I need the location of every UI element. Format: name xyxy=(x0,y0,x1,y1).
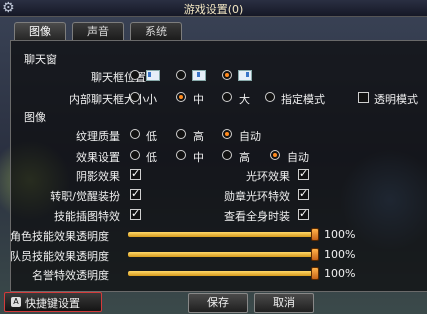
full-body-outfit-label: 查看全身时装 xyxy=(224,210,290,223)
party-skill-opacity-slider[interactable] xyxy=(128,252,316,257)
char-skill-opacity-value: 100% xyxy=(324,228,356,241)
effect-low-label: 低 xyxy=(146,151,157,164)
honor-effect-opacity-value: 100% xyxy=(324,267,356,280)
awakening-outfit-label: 转职/觉醒装扮 xyxy=(50,190,120,203)
chat-position-left-icon xyxy=(146,70,160,81)
effect-auto-label: 自动 xyxy=(287,151,309,164)
chat-size-radio-small[interactable] xyxy=(130,92,140,102)
chat-size-small-label: 小 xyxy=(146,93,157,106)
effect-medium-label: 中 xyxy=(193,151,204,164)
tab-image[interactable]: 图像 xyxy=(14,22,66,40)
halo-effect-checkbox[interactable] xyxy=(298,167,309,180)
party-skill-opacity-handle[interactable] xyxy=(311,248,319,261)
save-button[interactable]: 保存 xyxy=(188,293,248,313)
chat-size-large-label: 大 xyxy=(239,93,250,106)
keyboard-key-icon: A xyxy=(11,297,21,307)
char-skill-opacity-label: 角色技能效果透明度 xyxy=(10,230,109,243)
effect-radio-low[interactable] xyxy=(130,150,140,160)
chat-size-radio-medium[interactable] xyxy=(176,92,186,102)
chat-section-heading: 聊天窗 xyxy=(24,53,57,66)
chat-position-radio-3[interactable] xyxy=(222,70,232,80)
chat-size-medium-label: 中 xyxy=(193,93,204,106)
chat-size-custom-label: 指定模式 xyxy=(281,93,325,106)
chat-position-center-icon xyxy=(192,70,206,81)
chat-position-radio-1[interactable] xyxy=(130,70,140,80)
effect-radio-high[interactable] xyxy=(222,150,232,160)
shadow-effect-checkbox[interactable] xyxy=(130,167,141,180)
texture-quality-label: 纹理质量 xyxy=(76,130,120,143)
texture-radio-auto[interactable] xyxy=(222,129,232,139)
texture-high-label: 高 xyxy=(193,130,204,143)
skill-illustration-checkbox[interactable] xyxy=(130,207,141,220)
window-title: 游戏设置(0) xyxy=(183,3,244,16)
texture-low-label: 低 xyxy=(146,130,157,143)
halo-effect-label: 光环效果 xyxy=(246,170,290,183)
effect-radio-auto[interactable] xyxy=(270,150,280,160)
tab-sound[interactable]: 声音 xyxy=(72,22,124,40)
cancel-button[interactable]: 取消 xyxy=(254,293,314,313)
char-skill-opacity-slider[interactable] xyxy=(128,232,316,237)
effect-high-label: 高 xyxy=(239,151,250,164)
chat-position-right-icon xyxy=(238,70,252,81)
effect-settings-label: 效果设置 xyxy=(76,151,120,164)
texture-radio-high[interactable] xyxy=(176,129,186,139)
transparent-mode-checkbox[interactable] xyxy=(358,92,369,103)
chat-size-radio-large[interactable] xyxy=(222,92,232,102)
medal-halo-checkbox[interactable] xyxy=(298,187,309,200)
honor-effect-opacity-label: 名誉特效透明度 xyxy=(32,269,109,282)
awakening-outfit-checkbox[interactable] xyxy=(130,187,141,200)
honor-effect-opacity-handle[interactable] xyxy=(311,267,319,280)
char-skill-opacity-handle[interactable] xyxy=(311,228,319,241)
honor-effect-opacity-slider[interactable] xyxy=(128,271,316,276)
shadow-effect-label: 阴影效果 xyxy=(76,170,120,183)
party-skill-opacity-label: 队员技能效果透明度 xyxy=(10,250,109,263)
party-skill-opacity-value: 100% xyxy=(324,248,356,261)
shortcut-settings-label: 快捷键设置 xyxy=(25,297,80,310)
skill-illustration-label: 技能插图特效 xyxy=(54,210,120,223)
shortcut-settings-button[interactable]: A 快捷键设置 xyxy=(4,292,102,312)
chat-position-radio-2[interactable] xyxy=(176,70,186,80)
full-body-outfit-checkbox[interactable] xyxy=(298,207,309,220)
texture-auto-label: 自动 xyxy=(239,130,261,143)
texture-radio-low[interactable] xyxy=(130,129,140,139)
transparent-mode-label: 透明模式 xyxy=(374,93,418,106)
image-section-heading: 图像 xyxy=(24,111,46,124)
tab-system[interactable]: 系统 xyxy=(130,22,182,40)
title-bar: ⚙ 游戏设置(0) xyxy=(0,0,427,17)
effect-radio-medium[interactable] xyxy=(176,150,186,160)
medal-halo-label: 勋章光环特效 xyxy=(224,190,290,203)
chat-size-radio-custom[interactable] xyxy=(265,92,275,102)
